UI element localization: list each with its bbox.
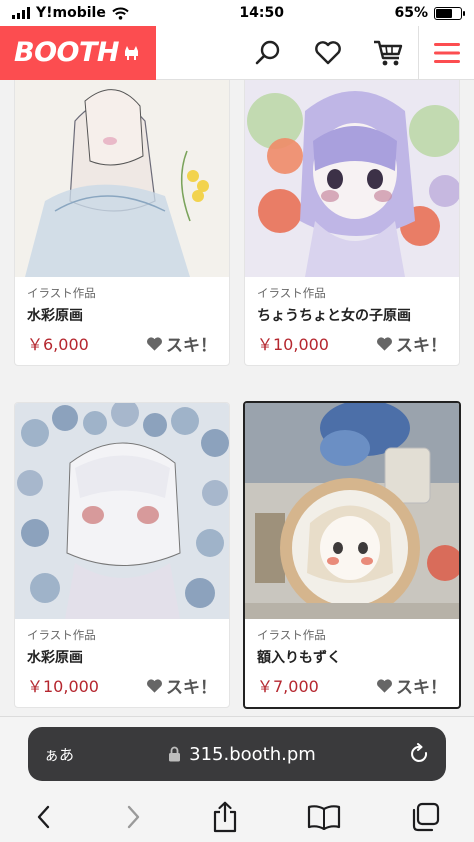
carrier-label: Y!mobile [36, 5, 106, 21]
address-bar[interactable]: ぁあ 315.booth.pm [28, 727, 446, 781]
product-card[interactable]: イラスト作品 額入りもずく ￥7,000 スキ！ [243, 401, 461, 709]
heart-filled-icon [147, 336, 162, 351]
product-image[interactable] [245, 403, 459, 619]
product-grid: イラスト作品 水彩原画 ￥6,000 スキ！ イラスト作品 ちょうちょと女の子原… [0, 80, 474, 716]
like-label: スキ！ [396, 336, 447, 356]
booth-logo[interactable]: BOOTH [0, 25, 156, 80]
product-card[interactable]: イラスト作品 水彩原画 ￥10,000 スキ！ [14, 402, 230, 708]
heart-filled-icon [377, 678, 392, 693]
product-price: ￥10,000 [27, 677, 99, 696]
menu-button[interactable] [418, 25, 474, 80]
bookmarks-icon[interactable] [307, 804, 341, 830]
lock-icon [169, 746, 181, 762]
product-card[interactable]: イラスト作品 水彩原画 ￥6,000 スキ！ [14, 80, 230, 366]
like-label: スキ！ [396, 678, 447, 698]
product-price: ￥6,000 [27, 335, 89, 354]
cart-icon [374, 40, 403, 65]
site-header: BOOTH [0, 25, 474, 80]
signal-icon [12, 7, 30, 19]
product-category: イラスト作品 [27, 628, 96, 642]
battery-icon [434, 6, 465, 20]
like-button[interactable]: スキ！ [146, 673, 217, 698]
hamburger-menu-icon [433, 42, 460, 63]
product-category: イラスト作品 [257, 286, 326, 300]
reader-options-button[interactable]: ぁあ [44, 744, 74, 765]
like-button[interactable]: スキ！ [376, 331, 447, 356]
like-label: スキ！ [166, 678, 217, 698]
back-icon[interactable] [34, 804, 54, 830]
search-icon [255, 40, 280, 64]
product-image[interactable] [245, 80, 459, 277]
like-button[interactable]: スキ！ [146, 331, 217, 356]
product-category: イラスト作品 [257, 628, 326, 642]
product-title[interactable]: 水彩原画 [27, 305, 217, 325]
product-image[interactable] [15, 80, 229, 277]
battery-percent: 65% [394, 5, 428, 21]
product-price: ￥10,000 [257, 335, 329, 354]
product-title[interactable]: 額入りもずく [257, 647, 447, 667]
cart-button[interactable] [358, 26, 418, 80]
wifi-icon [112, 7, 129, 20]
product-card[interactable]: イラスト作品 ちょうちょと女の子原画 ￥10,000 スキ！ [244, 80, 460, 366]
share-icon[interactable] [212, 801, 238, 833]
url-text[interactable]: 315.booth.pm [189, 744, 316, 765]
heart-icon [315, 40, 341, 64]
clock: 14:50 [239, 5, 284, 21]
like-button[interactable]: スキ！ [376, 673, 447, 698]
logo-text: BOOTH [14, 37, 120, 68]
reload-icon[interactable] [410, 743, 430, 765]
status-bar: Y!mobile 14:50 65% [0, 0, 474, 26]
product-title[interactable]: 水彩原画 [27, 647, 217, 667]
product-title[interactable]: ちょうちょと女の子原画 [257, 305, 447, 325]
forward-icon[interactable] [123, 804, 143, 830]
browser-toolbar: ぁあ 315.booth.pm [0, 716, 474, 842]
product-price: ￥7,000 [257, 677, 319, 696]
dog-logo-icon [125, 45, 138, 60]
wishlist-button[interactable] [298, 26, 358, 80]
like-label: スキ！ [166, 336, 217, 356]
heart-filled-icon [147, 678, 162, 693]
product-category: イラスト作品 [27, 286, 96, 300]
product-image[interactable] [15, 403, 229, 619]
search-button[interactable] [238, 26, 298, 80]
heart-filled-icon [377, 336, 392, 351]
tabs-icon[interactable] [410, 802, 440, 832]
